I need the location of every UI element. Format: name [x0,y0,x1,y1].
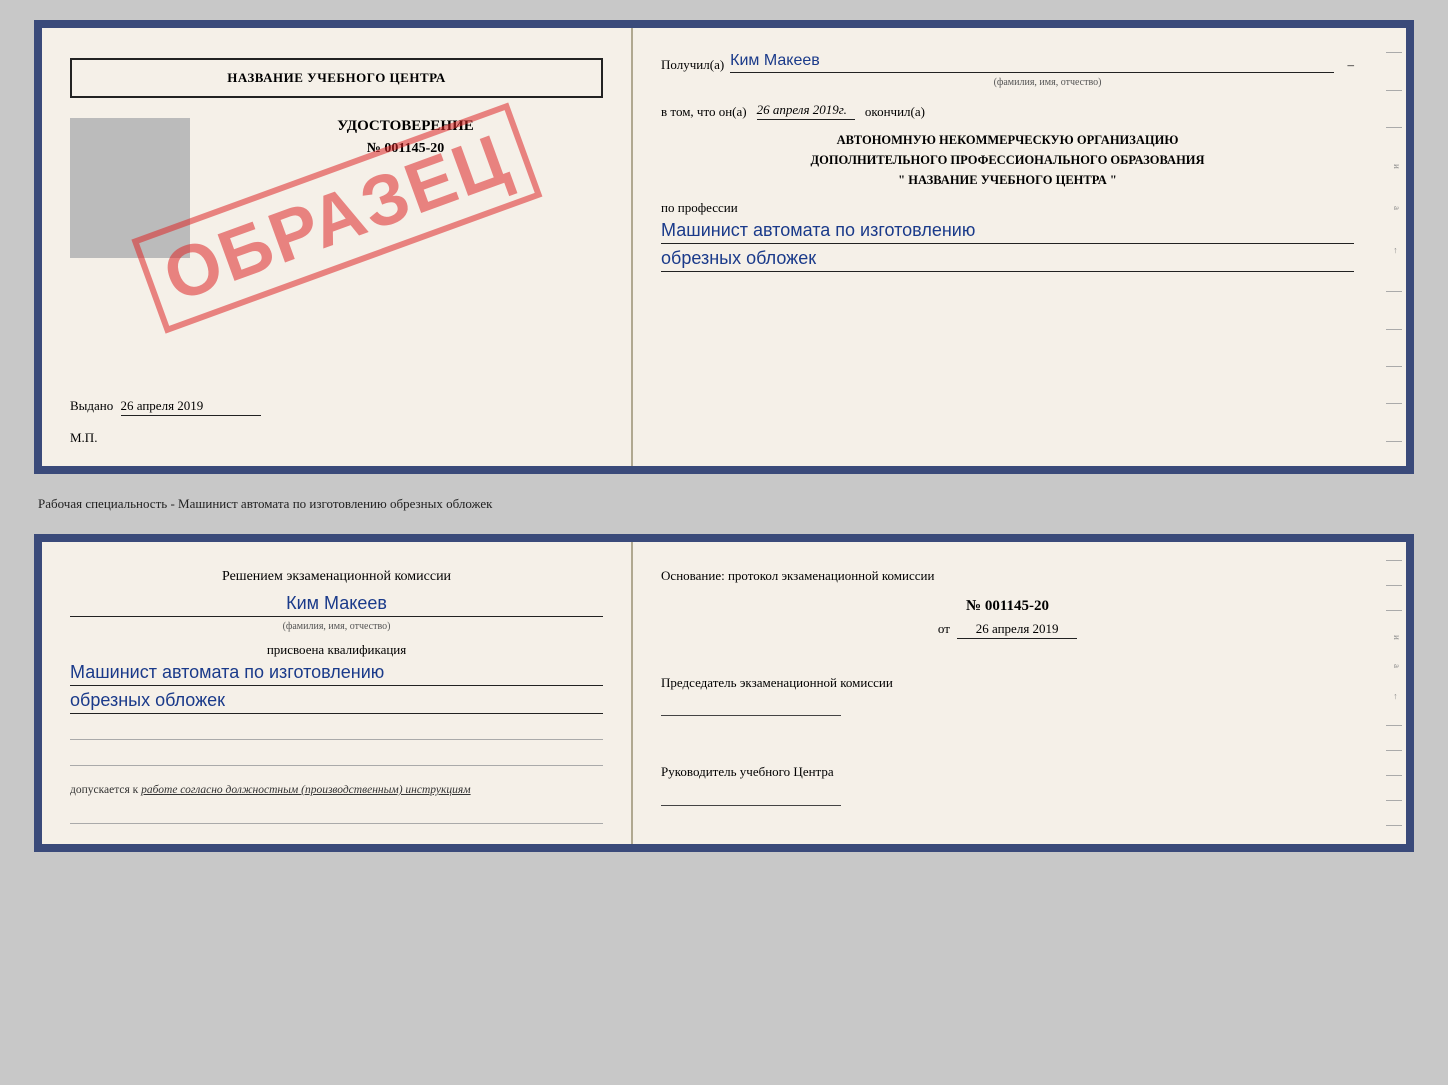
top-document: НАЗВАНИЕ УЧЕБНОГО ЦЕНТРА УДОСТОВЕРЕНИЕ №… [34,20,1414,474]
margin-line-8 [1386,441,1402,442]
specialty-description: Рабочая специальность - Машинист автомат… [38,496,492,511]
margin-char-i: и [1386,164,1402,169]
recipient-sub: (фамилия, имя, отчество) [741,77,1354,88]
org-line3: " НАЗВАНИЕ УЧЕБНОГО ЦЕНТРА " [661,170,1354,190]
profession-line2: обрезных обложек [661,248,1354,272]
margin-line-6 [1386,366,1402,367]
cert-number: № 001145-20 [208,141,603,157]
director-label: Руководитель учебного Центра [661,762,1354,782]
margin-b-char-arrow: ← [1386,692,1402,701]
basis-label: Основание: протокол экзаменационной коми… [661,566,1354,586]
issued-line: Выдано 26 апреля 2019 [70,398,603,416]
note-text: работе согласно должностным (производств… [141,784,470,796]
issued-label: Выдано [70,398,113,413]
note-intro: допускается к [70,784,138,796]
margin-line-5 [1386,329,1402,330]
protocol-date-value: 26 апреля 2019 [976,621,1059,636]
margin-line-b6 [1386,775,1402,776]
qual-label: присвоена квалификация [70,642,603,658]
chairman-block: Председатель экзаменационной комиссии [661,673,1354,729]
profession-line1: Машинист автомата по изготовлению [661,220,1354,244]
margin-line-7 [1386,403,1402,404]
commission-intro-text: Решением экзаменационной комиссии [222,569,451,584]
org-text: АВТОНОМНУЮ НЕКОММЕРЧЕСКУЮ ОРГАНИЗАЦИЮ ДО… [661,130,1354,190]
profession-label: по профессии [661,200,1354,216]
completed-label: окончил(а) [865,104,925,120]
margin-line-b4 [1386,725,1402,726]
margin-b-char-i: и [1386,635,1402,640]
date-line: в том, что он(а) 26 апреля 2019г. окончи… [661,102,1354,120]
issued-date: 26 апреля 2019 [121,398,204,413]
chairman-signature-line [661,696,841,716]
margin-line-4 [1386,291,1402,292]
margin-line-b3 [1386,610,1402,611]
school-name-box: НАЗВАНИЕ УЧЕБНОГО ЦЕНТРА [70,58,603,98]
school-name-label: НАЗВАНИЕ УЧЕБНОГО ЦЕНТРА [227,70,446,85]
margin-line-1 [1386,52,1402,53]
between-cards-text: Рабочая специальность - Машинист автомат… [34,490,1414,518]
director-signature-line [661,786,841,806]
top-right-panel: Получил(а) Ким Макеев – (фамилия, имя, о… [633,28,1382,466]
bottom-qual-line2: обрезных обложек [70,690,603,714]
protocol-number: № 001145-20 [661,598,1354,615]
margin-char-arrow: ← [1386,246,1402,255]
date-value: 26 апреля 2019г. [757,102,847,117]
margin-line-b7 [1386,800,1402,801]
date-label: в том, что он(а) [661,104,747,120]
photo-placeholder [70,118,190,258]
margin-char-a: а [1386,206,1402,210]
bottom-person-name: Ким Макеев [286,593,387,613]
margin-line-b8 [1386,825,1402,826]
cert-title: УДОСТОВЕРЕНИЕ [208,118,603,135]
bottom-person-sub: (фамилия, имя, отчество) [70,621,603,632]
chairman-label: Председатель экзаменационной комиссии [661,673,1354,693]
commission-intro: Решением экзаменационной комиссии [70,566,603,587]
director-block: Руководитель учебного Центра [661,762,1354,818]
mp-line: М.П. [70,430,603,446]
margin-line-b5 [1386,750,1402,751]
protocol-date-prefix: от [938,621,950,636]
margin-line-b1 [1386,560,1402,561]
protocol-date: от 26 апреля 2019 [661,621,1354,639]
recipient-name: Ким Макеев [730,52,820,69]
recipient-line: Получил(а) Ким Макеев – [661,52,1354,73]
margin-line-b2 [1386,585,1402,586]
bottom-document: Решением экзаменационной комиссии Ким Ма… [34,534,1414,852]
margin-line-3 [1386,127,1402,128]
right-margin-top: и а ← [1382,28,1406,466]
recipient-label: Получил(а) [661,57,724,73]
margin-line-2 [1386,90,1402,91]
bottom-right-panel: Основание: протокол экзаменационной коми… [633,542,1382,844]
top-left-panel: НАЗВАНИЕ УЧЕБНОГО ЦЕНТРА УДОСТОВЕРЕНИЕ №… [42,28,633,466]
bottom-note: допускается к работе согласно должностны… [70,784,603,796]
bottom-qual-line1: Машинист автомата по изготовлению [70,662,603,686]
right-margin-bottom: и а ← [1382,542,1406,844]
org-line2: ДОПОЛНИТЕЛЬНОГО ПРОФЕССИОНАЛЬНОГО ОБРАЗО… [661,150,1354,170]
org-line1: АВТОНОМНУЮ НЕКОММЕРЧЕСКУЮ ОРГАНИЗАЦИЮ [661,130,1354,150]
margin-b-char-a: а [1386,664,1402,668]
bottom-left-panel: Решением экзаменационной комиссии Ким Ма… [42,542,633,844]
